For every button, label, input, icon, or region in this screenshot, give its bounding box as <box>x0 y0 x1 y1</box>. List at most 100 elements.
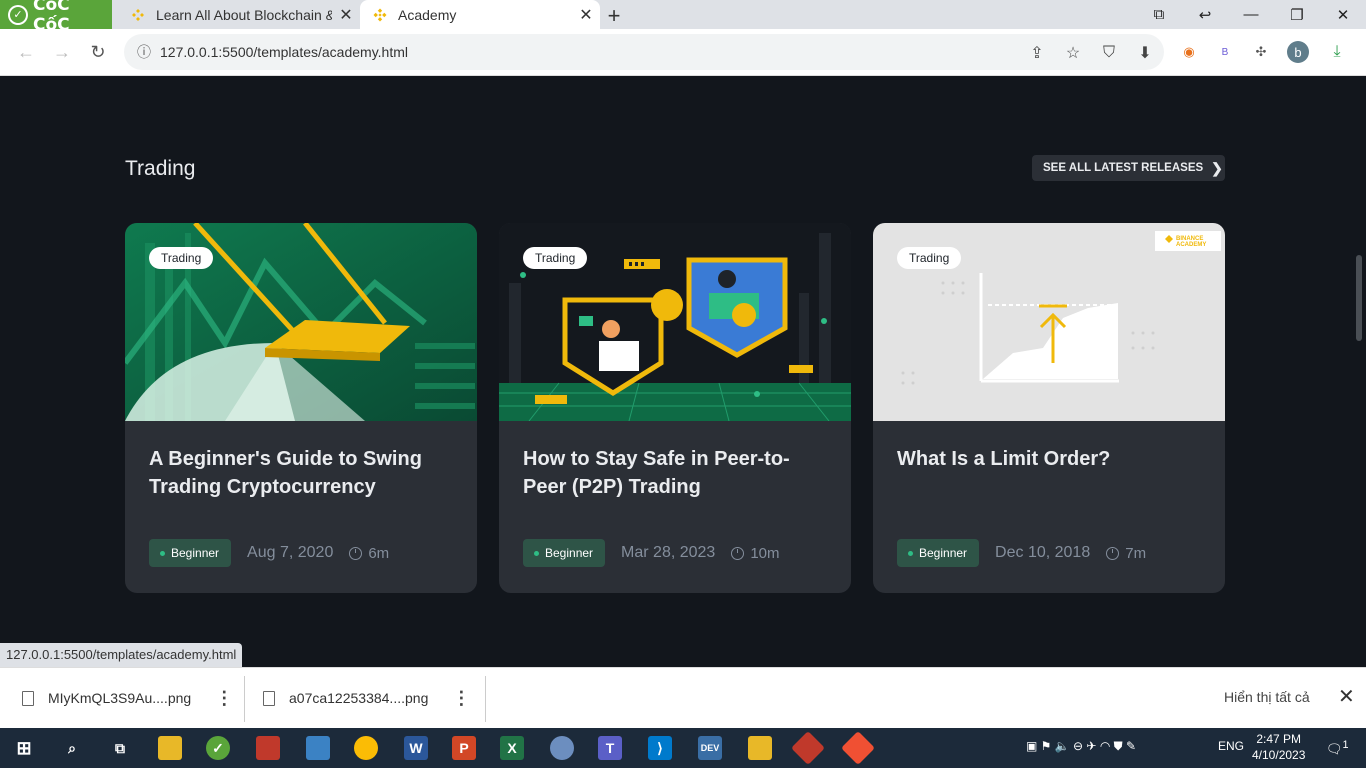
info-icon[interactable]: ⓘ <box>132 42 156 62</box>
read-time-value: 6m <box>368 544 390 562</box>
forward-arrow-icon[interactable]: → <box>50 40 74 64</box>
article-title[interactable]: A Beginner's Guide to Swing Trading Cryp… <box>149 445 459 501</box>
back-history-icon[interactable]: ↩ <box>1182 0 1228 29</box>
show-all-downloads-link[interactable]: Hiển thị tất cả <box>1224 689 1310 705</box>
tab-label: Academy <box>398 6 457 23</box>
app-icon[interactable] <box>256 736 280 760</box>
article-card[interactable]: Trading How to Stay Safe in Peer-to-Peer… <box>499 223 851 593</box>
shield-icon[interactable]: ⛉ <box>1098 42 1120 64</box>
download-page-icon[interactable]: ⬇ <box>1134 42 1156 64</box>
bookmark-star-icon[interactable]: ☆ <box>1062 42 1084 64</box>
url-text[interactable]: 127.0.0.1:5500/templates/academy.html <box>160 44 408 60</box>
binance-academy-logo: BINANCE ACADEMY <box>1176 236 1207 248</box>
article-card[interactable]: Trading A Beginner's Guide to Swing Trad… <box>125 223 477 593</box>
file-explorer-icon[interactable] <box>158 736 182 760</box>
read-time-value: 7m <box>1125 544 1147 562</box>
extension-b-icon[interactable]: B <box>1214 41 1236 63</box>
publish-date: Aug 7, 2020 <box>247 544 334 561</box>
level-label: Beginner <box>171 546 220 560</box>
download-filename[interactable]: MIyKmQL3S9Au....png <box>48 690 191 706</box>
app-icon[interactable] <box>306 736 330 760</box>
word-icon[interactable]: W <box>404 736 428 760</box>
category-tag[interactable]: Trading <box>897 247 962 269</box>
minimize-button[interactable]: — <box>1228 0 1274 29</box>
clock-time: 2:47 PM <box>1256 732 1302 746</box>
new-tab-button[interactable]: + <box>602 3 626 29</box>
reload-icon[interactable]: ↻ <box>86 40 110 64</box>
more-options-icon[interactable]: ⋮ <box>452 688 470 709</box>
vscode-icon[interactable]: ⟩ <box>648 736 672 760</box>
windows-start-icon[interactable]: ⊞ <box>12 736 36 760</box>
tab-blockchain[interactable]: Learn All About Blockchain & ✕ <box>118 0 360 29</box>
powerpoint-icon[interactable]: P <box>452 736 476 760</box>
profile-avatar[interactable]: b <box>1287 41 1309 63</box>
git-icon[interactable] <box>841 731 875 765</box>
read-time: 6m <box>349 545 389 562</box>
more-options-icon[interactable]: ⋮ <box>215 688 233 709</box>
download-item[interactable]: a07ca12253384....png ⋮ <box>263 668 470 728</box>
notification-count: 1 <box>1342 739 1349 751</box>
extensions-puzzle-icon[interactable]: ✣ <box>1250 41 1272 63</box>
back-arrow-icon[interactable]: ← <box>14 40 38 64</box>
binance-favicon-icon <box>130 7 146 23</box>
publish-date: Mar 28, 2023 <box>621 544 716 561</box>
download-bar: MIyKmQL3S9Au....png ⋮ a07ca12253384....p… <box>0 667 1366 728</box>
level-badge: Beginner <box>523 539 606 567</box>
paint-icon[interactable] <box>550 736 574 760</box>
article-meta: Beginner Mar 28, 2023 10m <box>523 539 780 567</box>
windows-taskbar: ⊞ ⌕ ⧉ ✓ W P X T ⟩ DEV ▣ ⚑ 🔈 ⊖ ✈ ◠ ⛊ ✎ EN… <box>0 728 1366 768</box>
academy-page: Trading SEE ALL LATEST RELEASES ❯ Tradin… <box>0 77 1352 667</box>
system-clock[interactable]: 2:47 PM 4/10/2023 <box>1252 731 1305 763</box>
browser-toolbar: ← → ↻ ⓘ 127.0.0.1:5500/templates/academy… <box>0 29 1366 76</box>
tab-bar: ✓ CốC CốC Learn All About Blockchain & ✕… <box>0 0 1366 35</box>
page-scrollbar[interactable] <box>1352 77 1366 667</box>
article-title[interactable]: How to Stay Safe in Peer-to-Peer (P2P) T… <box>523 445 833 501</box>
level-badge: Beginner <box>897 539 980 567</box>
app-icon[interactable] <box>791 731 825 765</box>
clock-icon <box>1106 546 1120 560</box>
category-tag[interactable]: Trading <box>523 247 588 269</box>
extension-color-icon[interactable]: ◉ <box>1178 41 1200 63</box>
clock-icon <box>349 546 363 560</box>
coccoc-logo-icon: ✓ <box>8 4 28 25</box>
close-download-bar-icon[interactable]: ✕ <box>1338 684 1355 709</box>
language-indicator[interactable]: ENG <box>1218 739 1244 753</box>
status-url-bubble: 127.0.0.1:5500/templates/academy.html <box>0 643 243 667</box>
tab-academy[interactable]: Academy ✕ <box>360 0 600 29</box>
task-view-icon[interactable]: ⧉ <box>108 736 132 760</box>
read-time: 10m <box>731 545 780 562</box>
level-badge: Beginner <box>149 539 232 567</box>
download-item[interactable]: MIyKmQL3S9Au....png ⋮ <box>22 668 233 728</box>
level-label: Beginner <box>545 546 594 560</box>
downloads-icon[interactable]: ⤓ <box>1326 41 1348 63</box>
read-time: 7m <box>1106 545 1146 562</box>
tab-close-icon[interactable]: ✕ <box>332 5 360 25</box>
category-tag[interactable]: Trading <box>149 247 214 269</box>
clock-date: 4/10/2023 <box>1252 748 1306 762</box>
article-title[interactable]: What Is a Limit Order? <box>897 445 1207 473</box>
notification-icon[interactable]: 🗨1 <box>1326 739 1349 757</box>
tab-search-icon[interactable]: ⧉ <box>1136 0 1182 29</box>
app-icon[interactable] <box>748 736 772 760</box>
close-window-button[interactable]: ✕ <box>1320 0 1366 29</box>
download-filename[interactable]: a07ca12253384....png <box>289 690 428 706</box>
search-icon[interactable]: ⌕ <box>60 736 84 760</box>
address-bar[interactable]: ⓘ 127.0.0.1:5500/templates/academy.html … <box>124 34 1164 70</box>
coccoc-taskbar-icon[interactable]: ✓ <box>206 736 230 760</box>
devcpp-icon[interactable]: DEV <box>698 736 722 760</box>
level-label: Beginner <box>919 546 968 560</box>
excel-icon[interactable]: X <box>500 736 524 760</box>
share-icon[interactable]: ⇪ <box>1026 42 1048 64</box>
tab-close-icon[interactable]: ✕ <box>572 5 600 25</box>
divider <box>244 676 245 722</box>
article-meta: Beginner Aug 7, 2020 6m <box>149 539 389 567</box>
tray-icons[interactable]: ▣ ⚑ 🔈 ⊖ ✈ ◠ ⛊ ✎ <box>1026 739 1136 754</box>
teams-icon[interactable]: T <box>598 736 622 760</box>
maximize-button[interactable]: ❐ <box>1274 0 1320 29</box>
publish-date: Dec 10, 2018 <box>995 544 1091 561</box>
article-card[interactable]: BINANCE ACADEMY Trading What Is a Limit … <box>873 223 1225 593</box>
see-all-button[interactable]: SEE ALL LATEST RELEASES ❯ <box>1032 155 1225 181</box>
scrollbar-thumb[interactable] <box>1356 255 1362 341</box>
browser-logo[interactable]: ✓ CốC CốC <box>0 0 112 35</box>
chrome-icon[interactable] <box>354 736 378 760</box>
